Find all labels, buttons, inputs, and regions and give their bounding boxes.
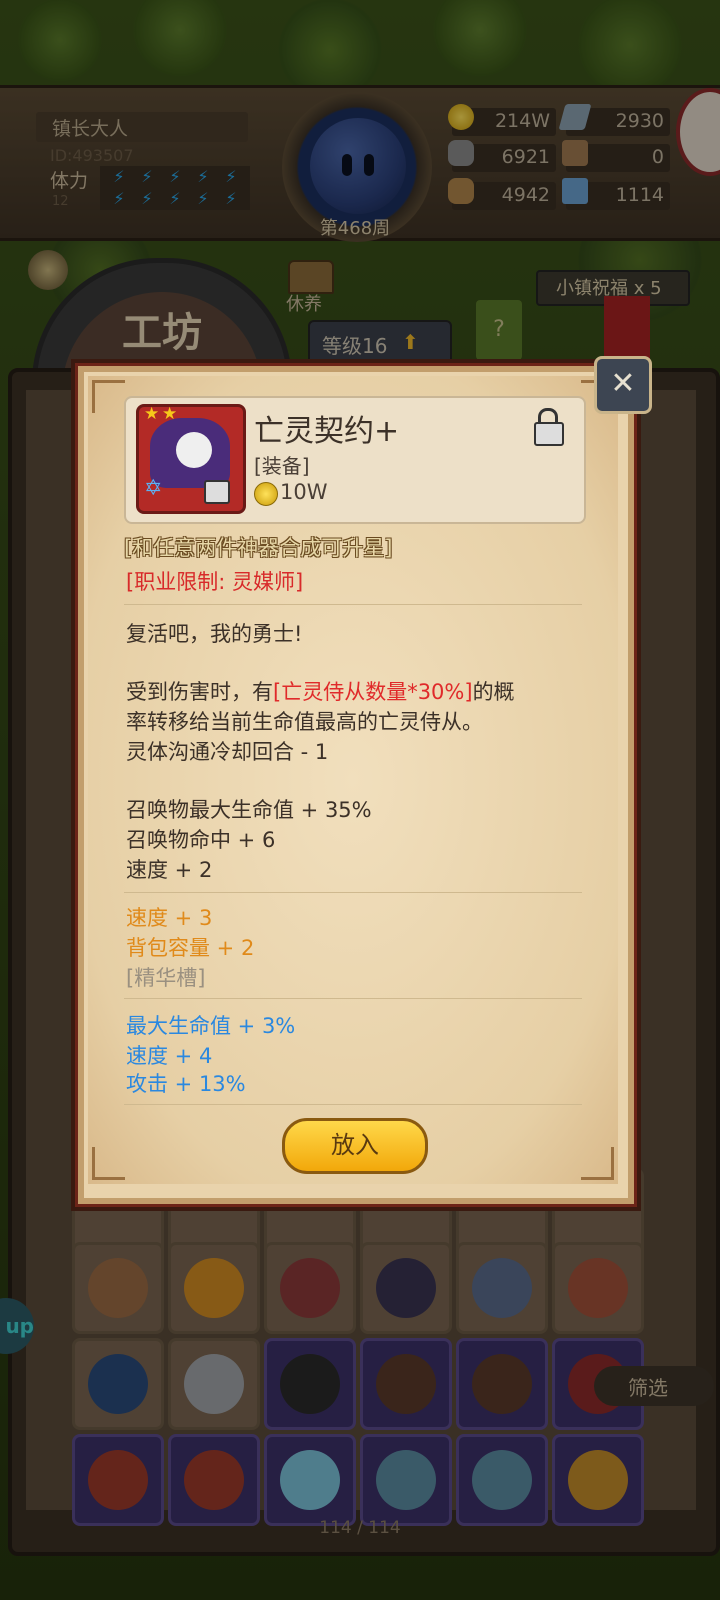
base-stat: 召唤物命中 + 6 bbox=[126, 828, 276, 852]
flavor-text: 复活吧，我的勇士! bbox=[126, 622, 303, 646]
divider bbox=[124, 604, 582, 605]
put-in-button[interactable]: 放入 bbox=[282, 1118, 428, 1174]
effect-line-2: 率转移给当前生命值最高的亡灵侍从。 bbox=[126, 710, 483, 734]
close-icon[interactable]: ✕ bbox=[594, 356, 652, 414]
item-title: 亡灵契约+ bbox=[254, 414, 400, 449]
star-icon: ★ bbox=[144, 404, 160, 424]
star-icon: ★ bbox=[162, 404, 178, 424]
item-type: [装备] bbox=[254, 454, 310, 478]
bonus-stat: 背包容量 + 2 bbox=[126, 936, 255, 960]
lock-icon bbox=[204, 480, 230, 504]
random-stat: 攻击 + 13% bbox=[126, 1072, 246, 1096]
random-stat: 最大生命值 + 3% bbox=[126, 1014, 296, 1038]
divider bbox=[124, 892, 582, 893]
essence-slot: [精华槽] bbox=[126, 966, 206, 990]
item-price: 10W bbox=[280, 480, 328, 504]
effect-line-3: 灵体沟通冷却回合 - 1 bbox=[126, 740, 329, 764]
gold-coin-icon bbox=[254, 482, 278, 506]
class-restriction: [职业限制: 灵媒师] bbox=[126, 570, 304, 594]
divider bbox=[124, 1104, 582, 1105]
base-stat: 召唤物最大生命值 + 35% bbox=[126, 798, 372, 822]
skull-icon bbox=[176, 432, 212, 468]
divider bbox=[124, 998, 582, 999]
lock-toggle-button[interactable] bbox=[534, 422, 564, 446]
upgrade-note: [和任意两件神器合成可升星] bbox=[124, 536, 393, 560]
hexagram-icon: ✡ bbox=[144, 476, 163, 501]
random-stat: 速度 + 4 bbox=[126, 1044, 213, 1068]
bonus-stat: 速度 + 3 bbox=[126, 906, 213, 930]
effect-line-1: 受到伤害时，有[亡灵侍从数量*30%]的概 bbox=[126, 680, 515, 704]
base-stat: 速度 + 2 bbox=[126, 858, 213, 882]
